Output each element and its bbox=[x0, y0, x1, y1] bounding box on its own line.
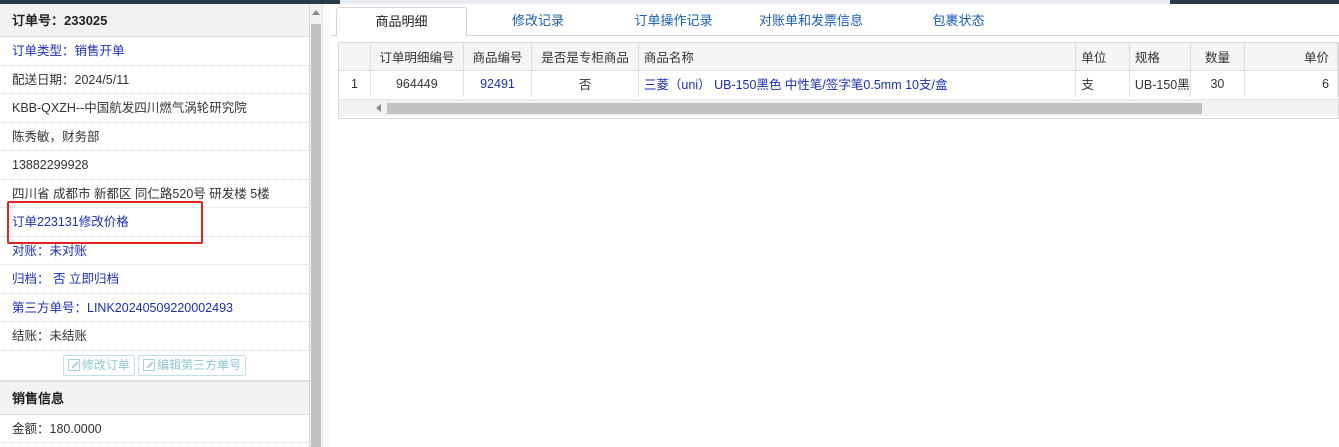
column-header-unit-price[interactable]: 单价 bbox=[1244, 43, 1338, 71]
sales-info-header: 销售信息 bbox=[0, 380, 309, 415]
contact-person: 陈秀敏，财务部 bbox=[0, 123, 309, 151]
product-detail-grid: 订单明细编号 商品编号 是否是专柜商品 商品名称 单位 规格 数量 单价 1 9… bbox=[338, 42, 1339, 119]
scroll-left-arrow-icon[interactable] bbox=[376, 104, 381, 112]
column-header-product-name[interactable]: 商品名称 bbox=[638, 43, 1077, 71]
cell-product-name-link[interactable]: 三菱（uni） UB-150黑色 中性笔/签字笔0.5mm 10支/盒 bbox=[638, 70, 1077, 97]
cell-counter-product: 否 bbox=[531, 70, 639, 97]
cell-unit-price: 6 bbox=[1244, 70, 1338, 97]
scroll-up-arrow-icon[interactable] bbox=[312, 10, 320, 15]
annotation-highlight-box bbox=[7, 201, 203, 244]
cell-row-number: 1 bbox=[339, 70, 371, 97]
order-type: 订单类型：销售开单 bbox=[0, 37, 309, 66]
edit-order-label: 修改订单 bbox=[81, 357, 130, 372]
edit-third-party-label: 编辑第三方单号 bbox=[157, 357, 242, 372]
table-row[interactable]: 1 964449 92491 否 三菱（uni） UB-150黑色 中性笔/签字… bbox=[339, 70, 1338, 97]
tab-package-status[interactable]: 包裹状态 bbox=[901, 7, 1016, 36]
edit-icon bbox=[143, 358, 156, 371]
cell-unit: 支 bbox=[1075, 70, 1130, 97]
column-header-unit[interactable]: 单位 bbox=[1075, 43, 1130, 71]
column-header-quantity[interactable]: 数量 bbox=[1190, 43, 1246, 71]
panel-splitter[interactable] bbox=[322, 4, 330, 447]
grid-horizontal-scrollbar[interactable] bbox=[339, 99, 1338, 116]
edit-icon bbox=[67, 358, 80, 371]
column-header-product-code[interactable]: 商品编号 bbox=[463, 43, 533, 71]
archive-status[interactable]: 归档： 否 立即归档 bbox=[0, 265, 309, 294]
order-detail-area: 商品明细 修改记录 订单操作记录 对账单和发票信息 包裹状态 订单明细编号 商品… bbox=[331, 4, 1339, 447]
delivery-date: 配送日期：2024/5/11 bbox=[0, 66, 309, 94]
left-panel-scrollbar[interactable] bbox=[310, 4, 322, 447]
customer-name: KBB-QXZH--中国航发四川燃气涡轮研究院 bbox=[0, 94, 309, 123]
cell-product-code-link[interactable]: 92491 bbox=[463, 70, 533, 97]
column-header-detail-id[interactable]: 订单明细编号 bbox=[370, 43, 464, 71]
edit-order-button[interactable]: 修改订单 bbox=[62, 354, 135, 376]
column-header-row-number bbox=[339, 43, 371, 71]
tab-change-log[interactable]: 修改记录 bbox=[481, 7, 595, 36]
order-number-title: 订单号：233025 bbox=[0, 4, 309, 37]
cell-detail-id: 964449 bbox=[370, 70, 464, 97]
settlement-status: 结账：未结账 bbox=[0, 322, 309, 351]
contact-phone: 13882299928 bbox=[0, 151, 309, 180]
order-amount: 金额：180.0000 bbox=[0, 415, 309, 443]
horizontal-scrollbar-thumb[interactable] bbox=[387, 103, 1202, 114]
edit-third-party-number-button[interactable]: 编辑第三方单号 bbox=[138, 354, 247, 376]
product-table: 订单明细编号 商品编号 是否是专柜商品 商品名称 单位 规格 数量 单价 1 9… bbox=[339, 43, 1338, 97]
order-actions: 修改订单 编辑第三方单号 bbox=[0, 351, 309, 381]
column-header-counter-product[interactable]: 是否是专柜商品 bbox=[531, 43, 639, 71]
detail-tabs: 商品明细 修改记录 订单操作记录 对账单和发票信息 包裹状态 bbox=[331, 4, 1339, 37]
third-party-order-number[interactable]: 第三方单号：LINK20240509220002493 bbox=[0, 294, 309, 322]
tab-order-operations[interactable]: 订单操作记录 bbox=[616, 7, 731, 36]
table-header-row: 订单明细编号 商品编号 是否是专柜商品 商品名称 单位 规格 数量 单价 bbox=[339, 43, 1338, 71]
column-header-spec[interactable]: 规格 bbox=[1129, 43, 1191, 71]
cell-quantity: 30 bbox=[1190, 70, 1246, 97]
tab-reconciliation-invoice[interactable]: 对账单和发票信息 bbox=[736, 7, 886, 36]
cell-spec: UB-150黑 bbox=[1129, 70, 1191, 97]
tab-product-details[interactable]: 商品明细 bbox=[336, 7, 467, 37]
scrollbar-thumb[interactable] bbox=[311, 24, 321, 447]
